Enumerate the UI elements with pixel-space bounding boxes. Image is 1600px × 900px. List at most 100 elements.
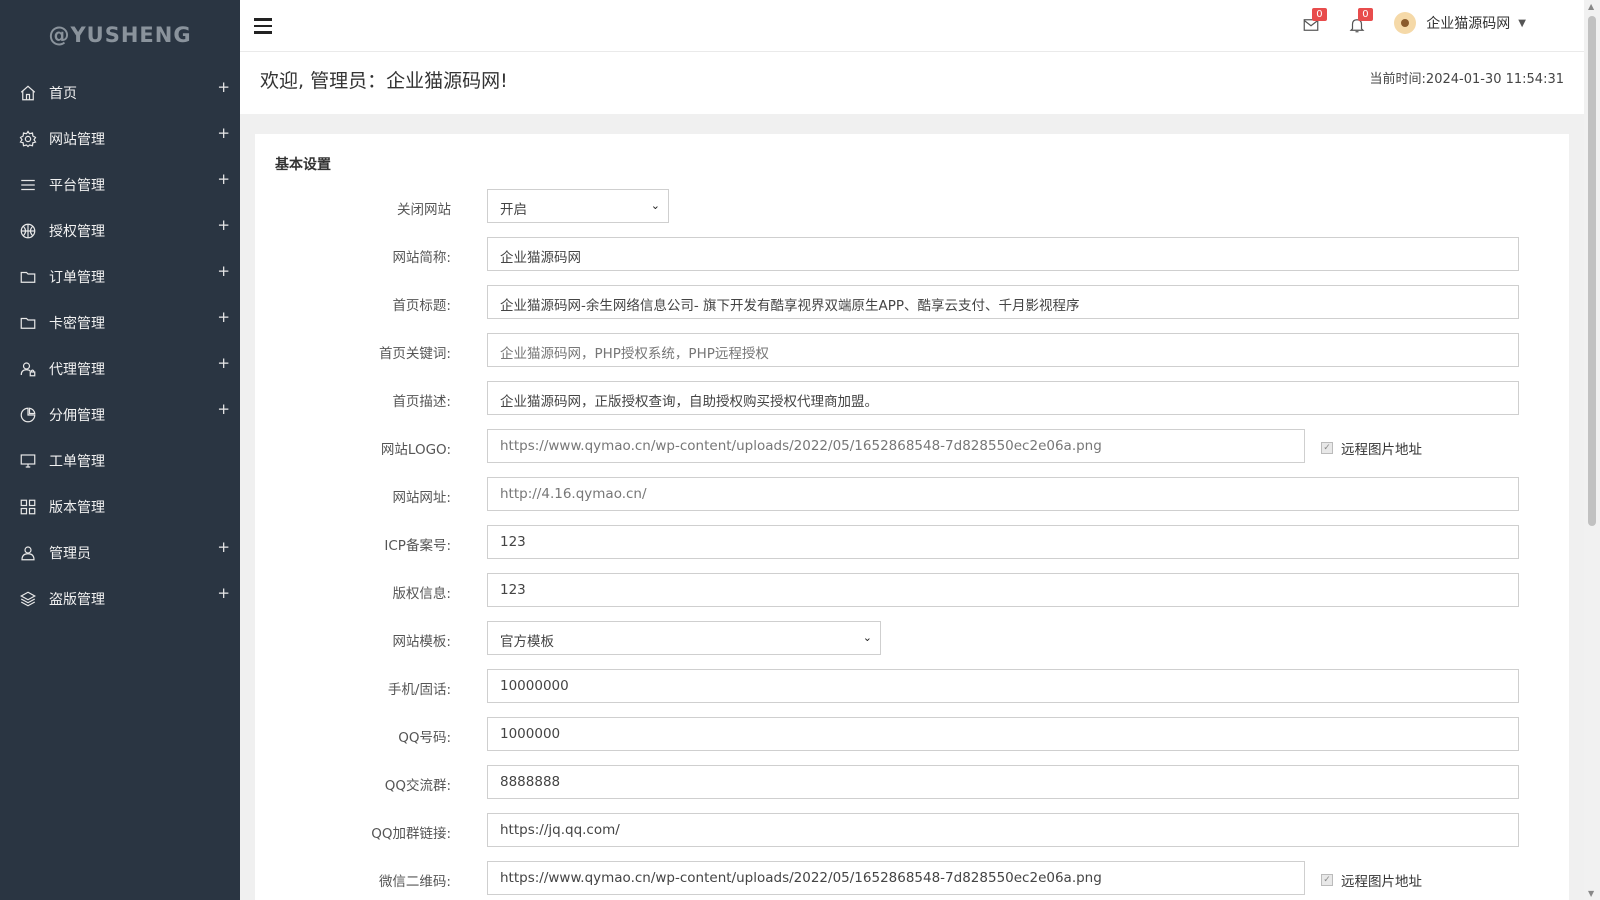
home-icon [18, 83, 38, 103]
form-row-logo: 网站LOGO: https://www.qymao.cn/wp-content/… [255, 429, 1569, 465]
basic-settings-panel: 基本设置 关闭网站 开启 ⌄ 网站简称: 企业猫源码网 首页标题: 企业猫源码网… [255, 134, 1569, 900]
field-label: 关闭网站 [397, 202, 451, 218]
site-name-input[interactable]: 企业猫源码网 [487, 237, 1519, 271]
chevron-down-icon[interactable]: ▼ [1518, 18, 1526, 29]
field-label: 首页关键词: [378, 346, 451, 362]
plus-icon[interactable]: + [217, 170, 230, 188]
scroll-up-icon[interactable]: ▲ [1588, 2, 1594, 11]
user-name[interactable]: 企业猫源码网 [1426, 13, 1510, 33]
panel-title: 基本设置 [275, 157, 331, 173]
page-scrollbar[interactable]: ▲ ▼ [1584, 0, 1600, 900]
field-label: QQ交流群: [384, 778, 451, 794]
sidebar-item-license[interactable]: 授权管理 + [0, 208, 240, 254]
sidebar-item-agents[interactable]: 代理管理 + [0, 346, 240, 392]
form-row-home-title: 首页标题: 企业猫源码网-余生网络信息公司- 旗下开发有酷享视界双端原生APP、… [255, 285, 1569, 321]
sidebar-item-label: 分佣管理 [49, 408, 105, 424]
field-label: 网站LOGO: [380, 442, 451, 458]
field-label: 网站网址: [392, 490, 451, 506]
qq-group-link-input[interactable]: https://jq.qq.com/ [487, 813, 1519, 847]
notification-button[interactable]: 0 [1348, 8, 1373, 34]
avatar[interactable] [1394, 12, 1417, 34]
field-label: ICP备案号: [384, 538, 451, 554]
plus-icon[interactable]: + [217, 584, 230, 602]
user-icon [18, 543, 38, 563]
sidebar-item-cards[interactable]: 卡密管理 + [0, 300, 240, 346]
form-row-description: 首页描述: 企业猫源码网，正版授权查询，自助授权购买授权代理商加盟。 [255, 381, 1569, 417]
field-label: 首页标题: [392, 298, 451, 314]
hamburger-menu-icon[interactable] [254, 18, 272, 34]
qq-input[interactable]: 1000000 [487, 717, 1519, 751]
field-label: 版权信息: [392, 586, 451, 602]
form-row-wechat-qr: 微信二维码: https://www.qymao.cn/wp-content/u… [255, 861, 1569, 897]
field-label: 微信二维码: [378, 874, 451, 890]
home-title-input[interactable]: 企业猫源码网-余生网络信息公司- 旗下开发有酷享视界双端原生APP、酷享云支付、… [487, 285, 1519, 319]
sidebar-item-versions[interactable]: 版本管理 [0, 484, 240, 530]
sidebar-item-label: 网站管理 [49, 132, 105, 148]
field-label: QQ加群链接: [371, 826, 451, 842]
list-icon [18, 175, 38, 195]
wechat-qr-input[interactable]: https://www.qymao.cn/wp-content/uploads/… [487, 861, 1305, 895]
remote-image-checkbox[interactable]: ✓ 远程图片地址 [1321, 870, 1422, 890]
close-site-select[interactable]: 开启 ⌄ [487, 189, 669, 223]
sidebar-item-platform[interactable]: 平台管理 + [0, 162, 240, 208]
plus-icon[interactable]: + [217, 78, 230, 96]
checkbox-icon: ✓ [1321, 442, 1333, 454]
sidebar-item-orders[interactable]: 订单管理 + [0, 254, 240, 300]
welcome-bar: 欢迎, 管理员：企业猫源码网! 当前时间:2024-01-30 11:54:31 [240, 52, 1584, 114]
phone-input[interactable]: 10000000 [487, 669, 1519, 703]
description-input[interactable]: 企业猫源码网，正版授权查询，自助授权购买授权代理商加盟。 [487, 381, 1519, 415]
user-lock-icon [18, 359, 38, 379]
current-time-value: 2024-01-30 11:54:31 [1425, 72, 1564, 87]
icp-input[interactable]: 123 [487, 525, 1519, 559]
top-bar: 0 0 企业猫源码网 ▼ [240, 0, 1584, 52]
plus-icon[interactable]: + [217, 400, 230, 418]
sidebar-item-piracy[interactable]: 盗版管理 + [0, 576, 240, 622]
form-row-close-site: 关闭网站 开启 ⌄ [255, 189, 1569, 225]
folder-icon [18, 313, 38, 333]
scroll-down-icon[interactable]: ▼ [1588, 889, 1594, 898]
page-title: 欢迎, 管理员：企业猫源码网! [260, 70, 508, 92]
form-row-icp: ICP备案号: 123 [255, 525, 1569, 561]
sidebar-item-tickets[interactable]: 工单管理 [0, 438, 240, 484]
grid-icon [18, 497, 38, 517]
field-label: QQ号码: [398, 730, 451, 746]
folder-icon [18, 267, 38, 287]
plus-icon[interactable]: + [217, 262, 230, 280]
sidebar-item-commission[interactable]: 分佣管理 + [0, 392, 240, 438]
checkbox-icon: ✓ [1321, 874, 1333, 886]
sidebar-item-label: 首页 [49, 86, 77, 102]
logo-url-input[interactable]: https://www.qymao.cn/wp-content/uploads/… [487, 429, 1305, 463]
field-label: 首页描述: [392, 394, 451, 410]
scrollbar-thumb[interactable] [1588, 16, 1596, 526]
sidebar-item-label: 代理管理 [49, 362, 105, 378]
sidebar-item-admins[interactable]: 管理员 + [0, 530, 240, 576]
form-row-qq-group: QQ交流群: 8888888 [255, 765, 1569, 801]
mail-badge: 0 [1312, 8, 1327, 21]
form-row-site-name: 网站简称: 企业猫源码网 [255, 237, 1569, 273]
top-right-controls: 0 0 企业猫源码网 ▼ [1302, 8, 1526, 34]
gear-icon [18, 129, 38, 149]
site-url-input[interactable]: http://4.16.qymao.cn/ [487, 477, 1519, 511]
sidebar-item-home[interactable]: 首页 + [0, 70, 240, 116]
form-row-template: 网站模板: 官方模板 ⌄ [255, 621, 1569, 657]
monitor-icon [18, 451, 38, 471]
qq-group-input[interactable]: 8888888 [487, 765, 1519, 799]
copyright-input[interactable]: 123 [487, 573, 1519, 607]
sidebar-item-label: 授权管理 [49, 224, 105, 240]
field-label: 网站模板: [392, 634, 451, 650]
plus-icon[interactable]: + [217, 354, 230, 372]
sidebar-item-site[interactable]: 网站管理 + [0, 116, 240, 162]
template-select[interactable]: 官方模板 ⌄ [487, 621, 881, 655]
plus-icon[interactable]: + [217, 308, 230, 326]
select-value: 官方模板 [500, 634, 554, 650]
select-value: 开启 [500, 202, 527, 218]
sidebar: @YUSHENG 首页 + 网站管理 + 平台管理 + 授权管理 + 订单管理 … [0, 0, 240, 900]
plus-icon[interactable]: + [217, 216, 230, 234]
plus-icon[interactable]: + [217, 538, 230, 556]
keywords-input[interactable]: 企业猫源码网，PHP授权系统，PHP远程授权 [487, 333, 1519, 367]
form-row-copyright: 版权信息: 123 [255, 573, 1569, 609]
notification-badge: 0 [1358, 8, 1373, 21]
remote-image-checkbox[interactable]: ✓ 远程图片地址 [1321, 438, 1422, 458]
plus-icon[interactable]: + [217, 124, 230, 142]
mail-button[interactable]: 0 [1302, 8, 1327, 34]
